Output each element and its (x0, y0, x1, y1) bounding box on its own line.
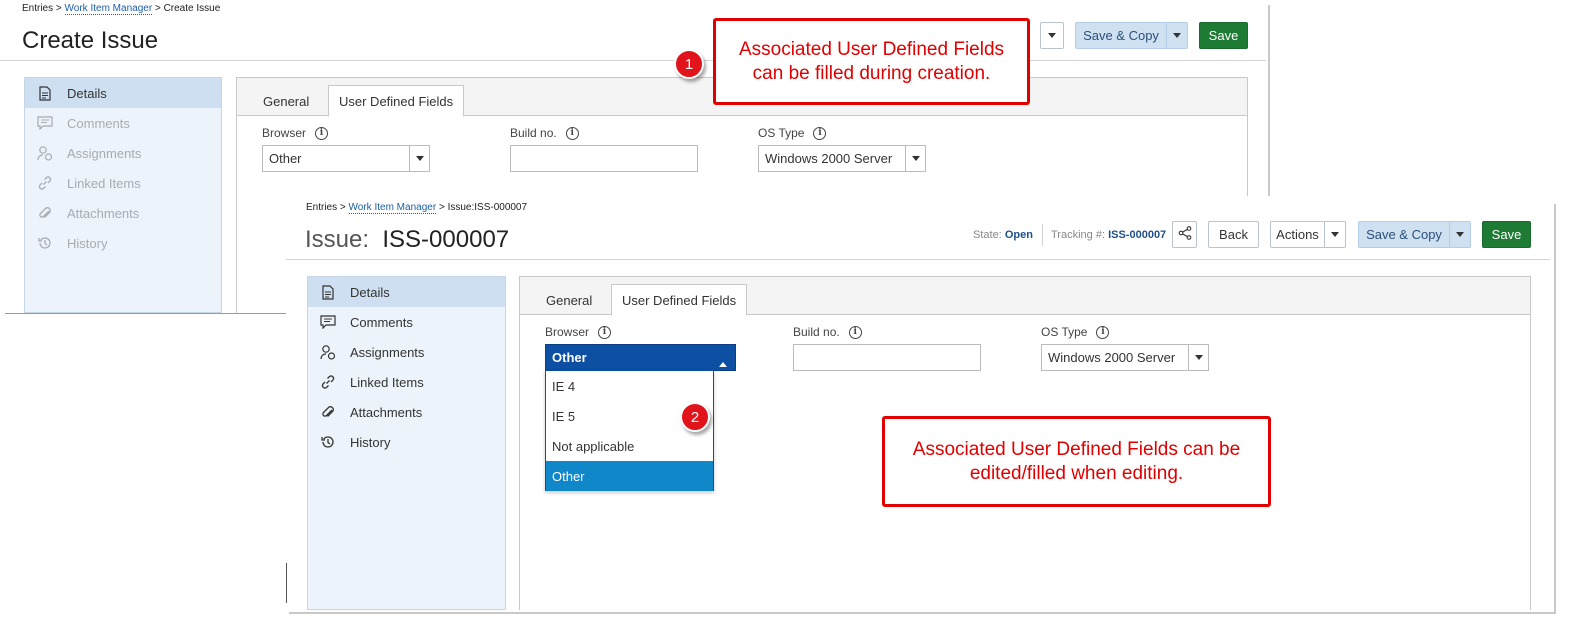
browser-select[interactable]: Other (262, 145, 430, 172)
breadcrumb-root[interactable]: Entries (306, 202, 337, 213)
save-copy-menu-button[interactable] (1166, 22, 1188, 49)
browser-label: Browser i (545, 325, 612, 339)
sidebar-item-history[interactable]: History (308, 427, 505, 457)
breadcrumb-link[interactable]: Work Item Manager (64, 3, 153, 15)
panel-bottom-edge (289, 612, 1555, 614)
page-title-id: ISS-000007 (382, 226, 510, 253)
header-divider (286, 259, 1550, 260)
link-icon (320, 374, 336, 390)
state-value: Open (1004, 229, 1033, 241)
chevron-down-icon (1456, 232, 1464, 237)
share-icon (1178, 226, 1192, 243)
browser-select[interactable]: Other (545, 344, 736, 371)
panel-bottom-edge (5, 313, 288, 314)
tab-general[interactable]: General (253, 85, 319, 117)
history-icon (37, 235, 53, 251)
chevron-down-icon (1173, 33, 1181, 38)
option-not-applicable[interactable]: Not applicable (546, 431, 713, 461)
panel-left-edge (286, 563, 287, 603)
document-icon (320, 284, 336, 300)
breadcrumb-link[interactable]: Work Item Manager (348, 202, 437, 214)
sidebar-item-comments[interactable]: Comments (308, 307, 505, 337)
share-button[interactable] (1172, 221, 1197, 248)
back-button[interactable]: Back (1208, 221, 1259, 248)
chevron-down-icon (905, 146, 925, 171)
chevron-down-icon (1331, 232, 1339, 237)
sidebar-item-attachments[interactable]: Attachments (25, 198, 221, 228)
info-icon[interactable]: i (813, 126, 827, 140)
comment-icon (320, 314, 336, 330)
save-button[interactable]: Save (1199, 22, 1248, 49)
link-icon (37, 175, 53, 191)
step-badge-1: 1 (674, 49, 704, 79)
option-other[interactable]: Other (546, 461, 713, 491)
paperclip-icon (37, 205, 53, 221)
sidebar-item-comments[interactable]: Comments (25, 108, 221, 138)
user-assign-icon (320, 344, 336, 360)
sidebar: Details Comments Assignments Linked Item… (307, 276, 506, 610)
paperclip-icon (320, 404, 336, 420)
state-indicator: State: Open (973, 229, 1033, 241)
info-icon[interactable]: i (1096, 325, 1110, 339)
breadcrumb: Entries > Work Item Manager > Issue:ISS-… (306, 202, 528, 214)
os-type-select[interactable]: Windows 2000 Server (1041, 344, 1209, 371)
sidebar-item-history[interactable]: History (25, 228, 221, 258)
info-icon[interactable]: i (848, 325, 862, 339)
save-copy-button[interactable]: Save & Copy (1075, 22, 1167, 49)
callout-editing: Associated User Defined Fields can be ed… (882, 416, 1271, 507)
build-no-input[interactable] (510, 145, 698, 172)
chevron-down-icon (1188, 345, 1208, 370)
sidebar-item-linked-items[interactable]: Linked Items (25, 168, 221, 198)
actions-button[interactable]: Actions (1270, 221, 1325, 248)
info-icon[interactable]: i (598, 325, 612, 339)
comment-icon (37, 115, 53, 131)
page-title: Create Issue (22, 27, 159, 54)
browser-label: Browser i (262, 126, 329, 140)
chevron-down-icon (1048, 33, 1056, 38)
sidebar-item-linked-items[interactable]: Linked Items (308, 367, 505, 397)
sidebar-item-assignments[interactable]: Assignments (25, 138, 221, 168)
hidden-menu-caret[interactable] (1040, 22, 1064, 49)
os-type-label: OS Type i (758, 126, 827, 140)
sidebar-item-assignments[interactable]: Assignments (308, 337, 505, 367)
document-icon (37, 85, 53, 101)
user-assign-icon (37, 145, 53, 161)
build-no-input[interactable] (793, 344, 981, 371)
tab-general[interactable]: General (536, 284, 602, 316)
actions-menu-button[interactable] (1324, 221, 1346, 248)
save-button[interactable]: Save (1482, 221, 1531, 248)
header-divider (0, 60, 1266, 61)
chevron-down-icon (409, 146, 429, 171)
sidebar-item-details[interactable]: Details (25, 78, 221, 108)
sidebar-item-attachments[interactable]: Attachments (308, 397, 505, 427)
save-copy-button[interactable]: Save & Copy (1358, 221, 1450, 248)
callout-creation: Associated User Defined Fields can be fi… (713, 18, 1030, 105)
os-type-select[interactable]: Windows 2000 Server (758, 145, 926, 172)
tab-user-defined-fields[interactable]: User Defined Fields (328, 85, 465, 117)
page-title: Issue: ISS-000007 (305, 226, 509, 254)
tracking-value: ISS-000007 (1108, 229, 1167, 241)
history-icon (320, 434, 336, 450)
info-icon[interactable]: i (565, 126, 579, 140)
sidebar: Details Comments Assignments Linked Item… (24, 77, 222, 313)
breadcrumb-root[interactable]: Entries (22, 3, 53, 14)
sidebar-item-details[interactable]: Details (308, 277, 505, 307)
tab-user-defined-fields[interactable]: User Defined Fields (611, 284, 748, 316)
os-type-label: OS Type i (1041, 325, 1110, 339)
breadcrumb-current: Create Issue (163, 3, 221, 14)
step-badge-2: 2 (680, 402, 710, 432)
tracking-indicator: Tracking #: ISS-000007 (1051, 229, 1167, 241)
chevron-up-icon (719, 355, 727, 370)
option-ie4[interactable]: IE 4 (546, 371, 713, 401)
breadcrumb: Entries > Work Item Manager > Create Iss… (22, 3, 221, 15)
page-title-label: Issue: (305, 226, 370, 253)
build-no-label: Build no. i (510, 126, 579, 140)
header-separator (1042, 224, 1043, 246)
panel-edge (1554, 204, 1556, 614)
breadcrumb-current: Issue:ISS-000007 (447, 202, 528, 213)
save-copy-menu-button[interactable] (1449, 221, 1471, 248)
build-no-label: Build no. i (793, 325, 862, 339)
tab-bar: General User Defined Fields (520, 277, 1530, 316)
info-icon[interactable]: i (315, 126, 329, 140)
